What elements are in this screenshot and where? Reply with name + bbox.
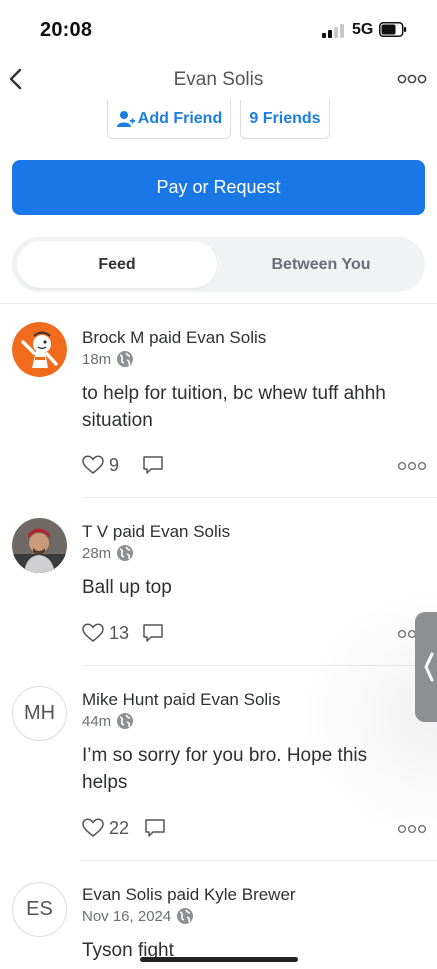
- avatar[interactable]: ES: [12, 882, 67, 937]
- transaction-meta: Nov 16, 2024: [82, 907, 194, 925]
- transaction-title: Mike Hunt paid Evan Solis: [82, 690, 280, 710]
- recipient-name[interactable]: Evan Solis: [186, 328, 266, 347]
- tab-feed-label: Feed: [98, 255, 136, 273]
- home-indicator[interactable]: [140, 957, 298, 962]
- timestamp: 28m: [82, 544, 112, 562]
- timestamp: Nov 16, 2024: [82, 907, 172, 925]
- like-count: 22: [109, 818, 130, 838]
- photo-avatar-icon[interactable]: [12, 518, 67, 573]
- public-globe-icon: [117, 351, 134, 367]
- transaction-title: T V paid Evan Solis: [82, 522, 230, 542]
- nav-bar: Evan Solis: [0, 58, 437, 102]
- divider: [0, 303, 437, 304]
- add-friend-label: Add Friend: [137, 110, 223, 127]
- add-person-icon: [116, 111, 135, 127]
- tab-feed[interactable]: Feed: [17, 241, 217, 288]
- like-heart-icon[interactable]: [82, 455, 104, 475]
- like-count: 13: [109, 623, 130, 643]
- sender-name[interactable]: Evan Solis: [82, 885, 162, 904]
- status-bar: 20:08 5G: [0, 0, 437, 58]
- item-actions: 13: [82, 622, 427, 646]
- timestamp: 18m: [82, 350, 112, 368]
- recipient-name[interactable]: Evan Solis: [150, 522, 230, 541]
- cartoon-avatar-icon[interactable]: [12, 322, 67, 377]
- side-panel-handle[interactable]: [415, 612, 437, 722]
- transaction-meta: 28m: [82, 544, 134, 562]
- sender-name[interactable]: Brock M: [82, 328, 144, 347]
- recipient-name[interactable]: Kyle Brewer: [204, 885, 296, 904]
- like-count: 9: [109, 455, 120, 475]
- public-globe-icon: [117, 713, 134, 729]
- item-divider: [82, 860, 437, 861]
- comment-bubble-icon[interactable]: [142, 455, 164, 475]
- item-actions: 9: [82, 454, 427, 478]
- comment-bubble-icon[interactable]: [144, 818, 166, 838]
- transaction-verb: paid: [112, 522, 146, 541]
- public-globe-icon: [177, 908, 194, 924]
- payment-note: I’m so sorry for you bro. Hope this help…: [82, 745, 368, 793]
- transaction-title: Evan Solis paid Kyle Brewer: [82, 885, 296, 905]
- more-options-icon[interactable]: [397, 72, 427, 86]
- battery-icon: [379, 22, 407, 37]
- recipient-name[interactable]: Evan Solis: [200, 690, 280, 709]
- feed-tabs: Feed Between You: [12, 237, 425, 292]
- avatar-initials: MH: [23, 702, 56, 724]
- status-time: 20:08: [40, 19, 93, 41]
- sender-name[interactable]: T V: [82, 522, 108, 541]
- friends-count-label: 9 Friends: [249, 110, 321, 127]
- transaction-meta: 44m: [82, 712, 134, 730]
- item-divider: [82, 497, 437, 498]
- comment-bubble-icon[interactable]: [142, 623, 164, 643]
- avatar[interactable]: MH: [12, 686, 67, 741]
- network-type: 5G: [352, 21, 374, 38]
- timestamp: 44m: [82, 712, 112, 730]
- page-title: Evan Solis: [173, 69, 264, 90]
- tab-between-you[interactable]: Between You: [222, 241, 420, 288]
- add-friend-button[interactable]: Add Friend: [107, 100, 231, 139]
- more-options-icon[interactable]: [398, 823, 426, 835]
- public-globe-icon: [117, 545, 134, 561]
- transaction-verb: paid: [163, 690, 196, 709]
- item-actions: 22: [82, 817, 427, 841]
- signal-icon: [322, 24, 346, 38]
- payment-note: Ball up top: [82, 577, 172, 598]
- like-heart-icon[interactable]: [82, 623, 104, 643]
- transaction-title: Brock M paid Evan Solis: [82, 328, 266, 348]
- item-divider: [82, 665, 437, 666]
- pay-or-request-button[interactable]: Pay or Request: [12, 160, 425, 215]
- payment-note: to help for tuition, bc whew tuff ahhh s…: [82, 383, 386, 431]
- sender-name[interactable]: Mike Hunt: [82, 690, 159, 709]
- transaction-verb: paid: [167, 885, 200, 904]
- like-heart-icon[interactable]: [82, 818, 104, 838]
- pay-or-request-label: Pay or Request: [156, 177, 281, 197]
- transaction-meta: 18m: [82, 350, 134, 368]
- friends-count-button[interactable]: 9 Friends: [240, 100, 330, 139]
- tab-between-you-label: Between You: [271, 255, 371, 273]
- avatar-initials: ES: [26, 898, 53, 920]
- more-options-icon[interactable]: [398, 460, 426, 472]
- transaction-verb: paid: [149, 328, 182, 347]
